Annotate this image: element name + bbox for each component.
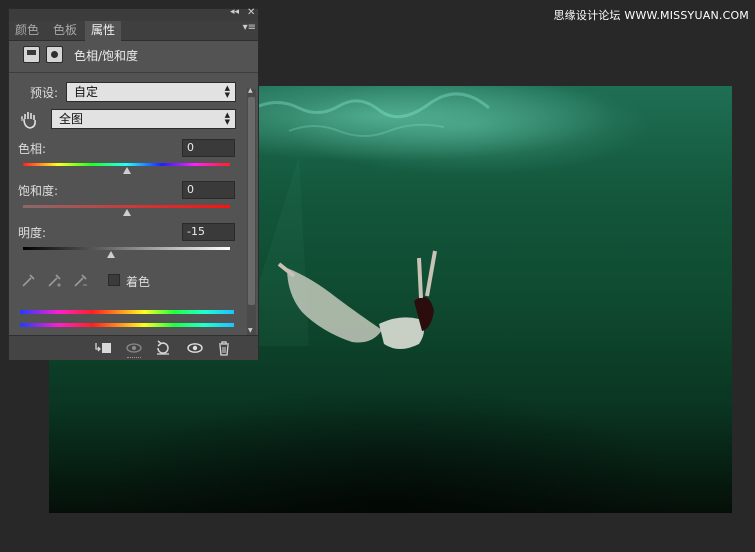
panel-tabs: 颜色 色板 属性 ▾≡	[9, 21, 258, 41]
eyedropper-minus-icon[interactable]	[73, 272, 89, 288]
double-chevron-icon[interactable]: ◂◂	[230, 7, 239, 17]
adjustment-layer-icon	[23, 46, 40, 63]
eyedropper-plus-icon[interactable]	[47, 272, 63, 288]
hand-tool-icon[interactable]	[21, 110, 39, 130]
trash-icon[interactable]	[214, 339, 234, 357]
view-previous-icon[interactable]	[124, 339, 144, 357]
hue-input[interactable]: 0	[182, 139, 235, 157]
tab-swatches[interactable]: 色板	[47, 21, 83, 40]
lightness-label: 明度:	[18, 226, 47, 240]
reset-icon[interactable]	[153, 339, 173, 357]
visibility-eye-icon[interactable]	[185, 339, 205, 357]
eyedropper-icon[interactable]	[21, 272, 37, 288]
saturation-input[interactable]: 0	[182, 181, 235, 199]
close-icon[interactable]: ✕	[247, 7, 255, 18]
input-color-bar	[20, 310, 234, 314]
preset-value: 自定	[74, 85, 99, 99]
lightness-input[interactable]: -15	[182, 223, 235, 241]
lightness-slider-thumb[interactable]	[106, 251, 115, 258]
updown-arrow-icon: ▲ ▼	[224, 111, 230, 126]
channel-value: 全图	[59, 112, 84, 126]
mask-icon[interactable]	[46, 46, 63, 63]
saturation-slider-track[interactable]	[23, 205, 230, 208]
panel-resize-grip[interactable]	[127, 357, 141, 360]
tab-properties[interactable]: 属性	[85, 21, 122, 41]
panel-header-bar: ◂◂ ✕	[9, 7, 258, 21]
hue-label: 色相:	[18, 142, 47, 156]
panel-scrollbar[interactable]: ▲ ▼	[247, 87, 256, 335]
colorize-checkbox[interactable]	[108, 274, 120, 286]
output-color-bar	[20, 323, 234, 327]
scroll-up-icon[interactable]: ▲	[248, 87, 253, 94]
properties-panel: ◂◂ ✕ 颜色 色板 属性 ▾≡ 色相/饱和度 预设: 自定 ▲ ▼ 全图 ▲ ▼ …	[8, 7, 259, 360]
scrollbar-thumb[interactable]	[248, 97, 255, 305]
saturation-slider-thumb[interactable]	[122, 209, 131, 216]
hue-slider-track[interactable]	[23, 163, 230, 166]
tab-color[interactable]: 颜色	[9, 21, 45, 40]
colorize-label: 着色	[126, 275, 151, 289]
panel-menu-icon[interactable]: ▾≡	[243, 22, 256, 33]
channel-select[interactable]: 全图 ▲ ▼	[51, 109, 236, 129]
clip-to-layer-icon[interactable]	[93, 339, 113, 357]
preset-select[interactable]: 自定 ▲ ▼	[66, 82, 236, 102]
updown-arrow-icon: ▲ ▼	[224, 84, 230, 99]
lightness-slider-track[interactable]	[23, 247, 230, 250]
adjustment-title: 色相/饱和度	[74, 49, 139, 63]
watermark: 思缘设计论坛 WWW.MISSYUAN.COM	[553, 9, 749, 22]
preset-label: 预设:	[30, 86, 59, 100]
hue-slider-thumb[interactable]	[122, 167, 131, 174]
scroll-down-icon[interactable]: ▼	[248, 327, 253, 334]
divider	[9, 72, 258, 73]
saturation-label: 饱和度:	[18, 184, 59, 198]
adjustment-title-row: 色相/饱和度	[17, 43, 252, 69]
